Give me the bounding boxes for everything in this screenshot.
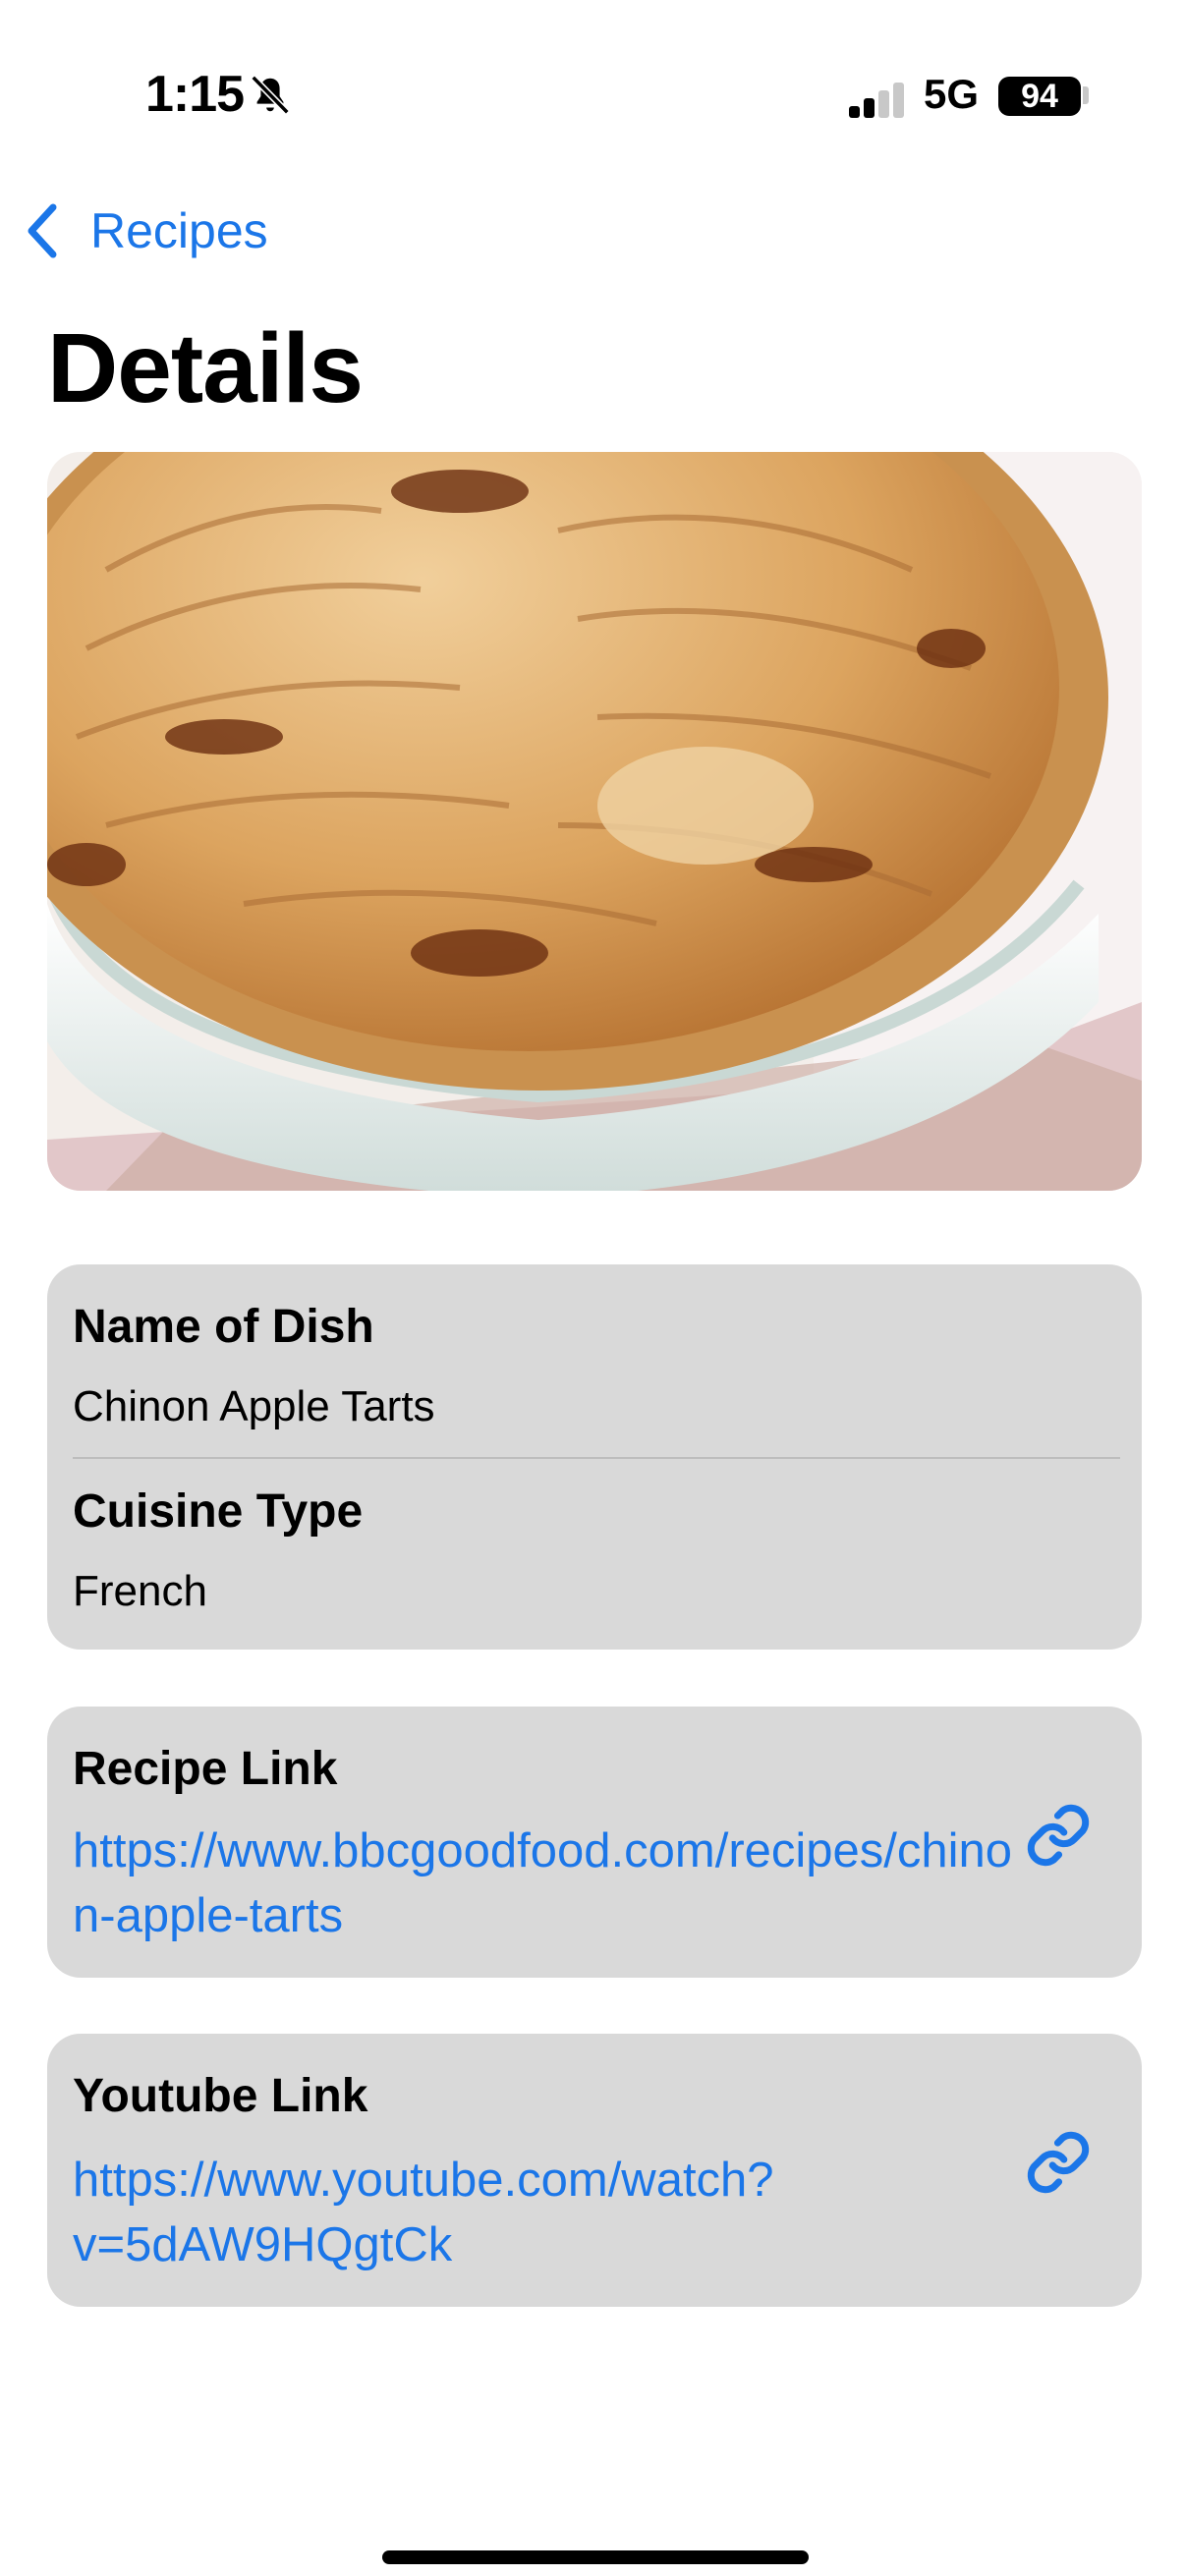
page-title: Details: [47, 313, 364, 423]
link-icon[interactable]: [1024, 1801, 1093, 1870]
status-bar: 1:15 5G 94: [0, 0, 1185, 187]
back-button[interactable]: Recipes: [24, 196, 268, 265]
details-card: Name of Dish Chinon Apple Tarts Cuisine …: [47, 1264, 1142, 1650]
battery-tip: [1083, 86, 1089, 104]
divider: [73, 1457, 1120, 1459]
recipe-link-card: Recipe Link https://www.bbcgoodfood.com/…: [47, 1707, 1142, 1978]
cuisine-type-label: Cuisine Type: [73, 1485, 364, 1538]
chevron-left-icon: [28, 203, 57, 258]
dish-image: [47, 452, 1142, 1191]
name-of-dish-label: Name of Dish: [73, 1301, 374, 1353]
status-time: 1:15: [145, 66, 245, 123]
bell-slash-icon: [251, 75, 290, 115]
youtube-link-label: Youtube Link: [73, 2070, 368, 2122]
recipe-link-url[interactable]: https://www.bbcgoodfood.com/recipes/chin…: [73, 1819, 1016, 1948]
battery-level: 94: [998, 77, 1081, 116]
youtube-link-url[interactable]: https://www.youtube.com/watch?v=5dAW9HQg…: [73, 2148, 1016, 2277]
link-icon[interactable]: [1024, 2128, 1093, 2197]
back-button-label: Recipes: [90, 203, 268, 258]
network-type: 5G: [924, 71, 980, 117]
recipe-link-label: Recipe Link: [73, 1743, 338, 1795]
name-of-dish-value: Chinon Apple Tarts: [73, 1382, 435, 1430]
home-indicator[interactable]: [382, 2550, 809, 2564]
youtube-link-card: Youtube Link https://www.youtube.com/wat…: [47, 2034, 1142, 2307]
signal-icon: [849, 83, 904, 118]
cuisine-type-value: French: [73, 1567, 207, 1615]
